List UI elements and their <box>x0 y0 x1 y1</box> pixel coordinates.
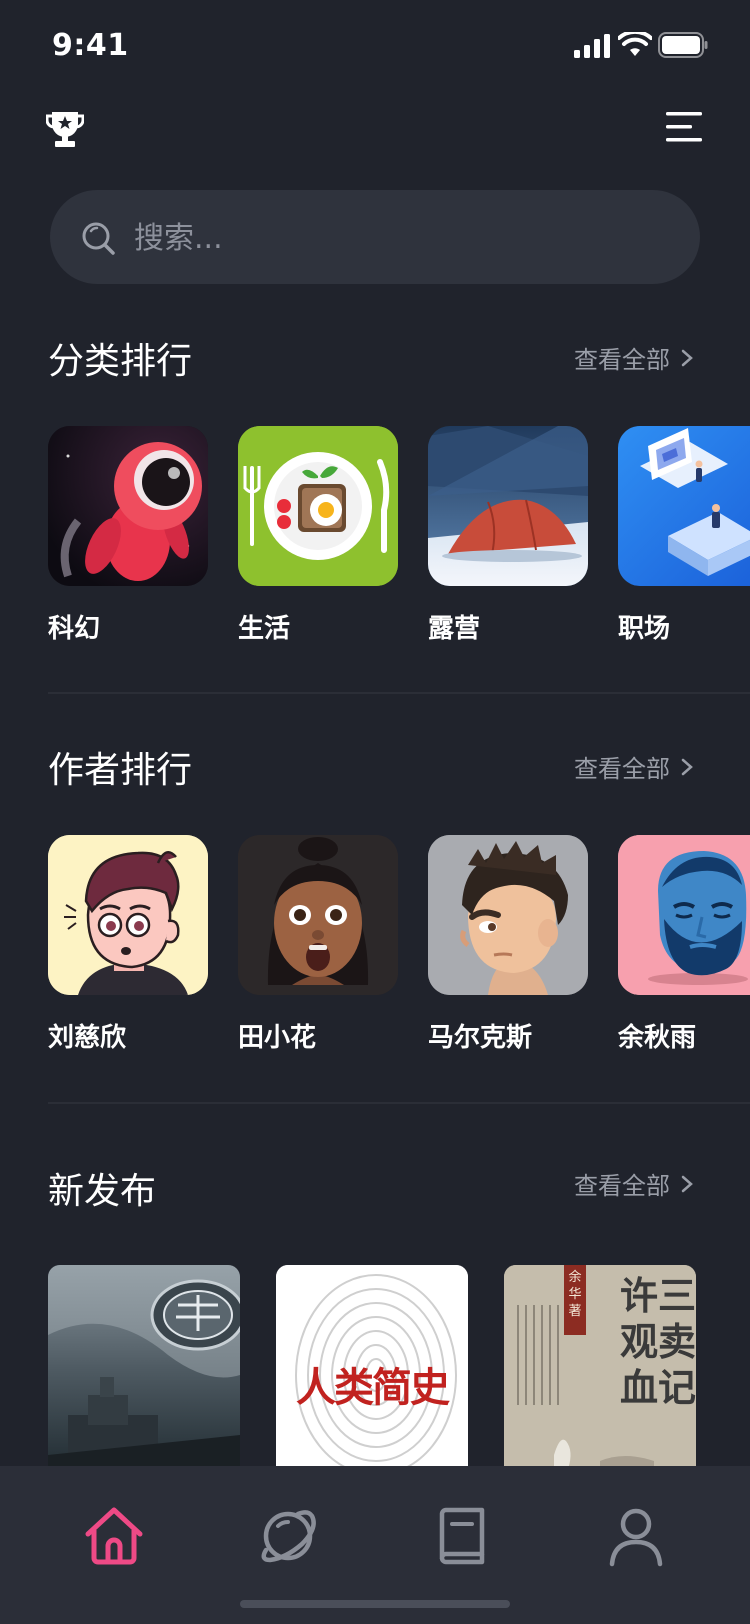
author-avatar <box>428 835 588 995</box>
chevron-right-icon <box>681 758 693 775</box>
trophy-icon[interactable] <box>46 108 84 148</box>
category-image-life <box>238 426 398 586</box>
book-cover-xu-sanguan[interactable]: 余华 著 许三观卖血记 <box>504 1265 696 1475</box>
view-all-label: 查看全部 <box>574 755 670 783</box>
author-name: 刘慈欣 <box>48 1023 127 1053</box>
author-tag-badge: 著 <box>568 1304 582 1319</box>
author-item[interactable]: 马尔克斯 <box>428 835 618 1055</box>
home-icon[interactable] <box>82 1504 146 1568</box>
status-time: 9:41 <box>52 28 129 63</box>
book-cover-three-body[interactable] <box>48 1265 240 1475</box>
chevron-right-icon <box>681 349 693 366</box>
category-label: 生活 <box>238 614 291 644</box>
search-icon <box>82 222 115 255</box>
category-image-camping <box>428 426 588 586</box>
category-label: 科幻 <box>48 614 101 644</box>
chevron-right-icon <box>681 1175 693 1192</box>
top-bar <box>0 100 750 160</box>
category-label: 露营 <box>428 614 481 644</box>
book-icon[interactable] <box>430 1504 494 1568</box>
section-title-authors: 作者排行 <box>48 750 193 791</box>
category-item-workplace[interactable]: 职场 <box>618 426 750 646</box>
book-list: 人类简史 余华 著 许三观卖血记 <box>48 1265 696 1475</box>
view-all-label: 查看全部 <box>574 1172 670 1200</box>
book-cover-sapiens[interactable]: 人类简史 <box>276 1265 468 1475</box>
home-indicator[interactable] <box>240 1600 510 1608</box>
status-bar: 9:41 <box>0 0 750 96</box>
section-title-new-releases: 新发布 <box>48 1171 157 1212</box>
author-name: 田小花 <box>238 1023 317 1053</box>
category-label: 职场 <box>618 614 671 644</box>
author-name: 余秋雨 <box>618 1023 697 1053</box>
author-avatar <box>48 835 208 995</box>
search-input[interactable] <box>132 210 656 266</box>
book-author-tag: 余华 著 <box>564 1265 586 1335</box>
view-all-label: 查看全部 <box>574 346 670 374</box>
category-item-camping[interactable]: 露营 <box>428 426 618 646</box>
author-tag-label: 余华 <box>568 1270 582 1302</box>
author-avatar <box>238 835 398 995</box>
author-item[interactable]: 田小花 <box>238 835 428 1055</box>
section-title-categories: 分类排行 <box>48 341 193 382</box>
author-avatar <box>618 835 750 995</box>
category-list: 科幻 生活 露营 职场 <box>48 426 750 646</box>
author-name: 马尔克斯 <box>428 1023 533 1053</box>
menu-icon[interactable] <box>666 110 702 144</box>
category-item-scifi[interactable]: 科幻 <box>48 426 238 646</box>
category-item-life[interactable]: 生活 <box>238 426 428 646</box>
category-image-scifi <box>48 426 208 586</box>
view-all-authors-link[interactable]: 查看全部 <box>574 749 694 784</box>
category-image-workplace <box>618 426 750 586</box>
planet-icon[interactable] <box>256 1504 320 1568</box>
section-divider <box>48 692 750 694</box>
view-all-categories-link[interactable]: 查看全部 <box>574 340 694 375</box>
cellular-signal-icon <box>574 34 610 58</box>
battery-icon <box>658 32 708 58</box>
wifi-icon <box>618 32 652 56</box>
view-all-new-releases-link[interactable]: 查看全部 <box>574 1166 694 1201</box>
author-list: 刘慈欣 田小花 马尔克斯 余秋雨 <box>48 835 750 1055</box>
book-cover-title: 许三观卖血记 <box>619 1274 696 1410</box>
book-cover-title: 人类简史 <box>296 1365 450 1411</box>
author-item[interactable]: 刘慈欣 <box>48 835 238 1055</box>
search-bar[interactable] <box>50 190 700 284</box>
author-item[interactable]: 余秋雨 <box>618 835 750 1055</box>
section-divider <box>48 1102 750 1104</box>
profile-icon[interactable] <box>604 1504 668 1568</box>
